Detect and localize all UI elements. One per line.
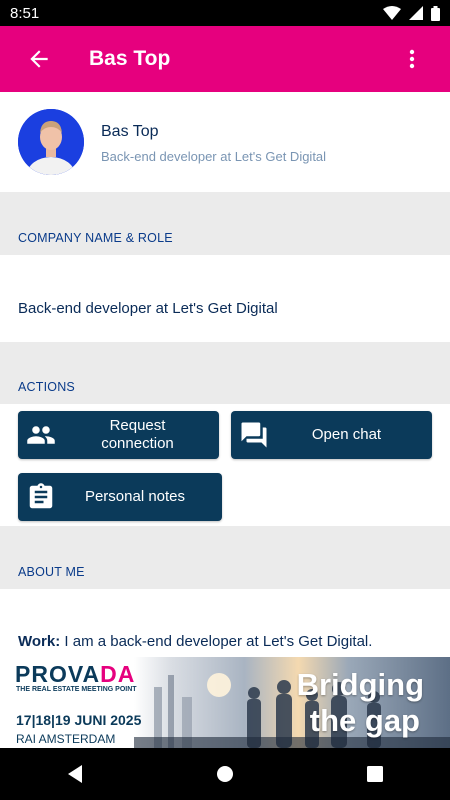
arrow-back-icon[interactable] [26,46,52,72]
company-role-text: Back-end developer at Let's Get Digital [18,300,278,317]
about-work-text: Work: I am a back-end developer at Let's… [18,633,372,650]
more-vert-icon[interactable] [400,47,424,71]
brand-part1: PROVA [15,661,101,687]
status-bar: 8:51 [0,0,450,26]
status-icons [383,5,440,21]
open-chat-label: Open chat [311,426,382,443]
section-header-company: COMPANY NAME & ROLE [0,192,450,255]
banner-slogan-line1: Bridging [296,667,424,702]
request-connection-button[interactable]: Request connection [18,411,219,459]
about-block: Work: I am a back-end developer at Let's… [0,589,450,657]
people-icon [27,426,55,444]
chat-icon [241,422,267,448]
banner-brand: PROVADA [15,661,135,688]
open-chat-button[interactable]: Open chat [231,411,432,459]
recents-square-icon[interactable] [363,762,387,786]
clipboard-icon [29,483,53,509]
cellular-icon [409,6,423,20]
profile-header: Bas Top Back-end developer at Let's Get … [0,92,450,192]
brand-part2: DA [100,661,136,687]
banner-dates: 17|18|19 JUNI 2025 [16,712,142,728]
person-photo-icon [18,109,84,175]
avatar[interactable] [18,109,84,175]
section-label-company: COMPANY NAME & ROLE [18,231,173,245]
page-title: Bas Top [89,47,171,70]
battery-icon [431,5,440,21]
banner-venue: RAI AMSTERDAM [16,732,116,746]
banner-tagline: THE REAL ESTATE MEETING POINT [16,686,137,693]
section-header-about: ABOUT ME [0,526,450,589]
request-connection-label: Request connection [101,417,174,452]
wifi-icon [383,6,401,20]
work-description: I am a back-end developer at Let's Get D… [60,633,373,650]
section-header-actions: ACTIONS [0,342,450,404]
section-label-actions: ACTIONS [18,380,75,394]
back-triangle-icon[interactable] [63,762,87,786]
banner-slogan-line2: the gap [309,703,420,738]
ad-banner[interactable]: PROVADA THE REAL ESTATE MEETING POINT 17… [0,657,450,748]
app-bar: Bas Top [0,26,450,92]
system-nav-bar [0,748,450,800]
home-circle-icon[interactable] [213,762,237,786]
personal-notes-button[interactable]: Personal notes [18,473,222,521]
personal-notes-label: Personal notes [84,488,186,505]
profile-name: Bas Top [101,123,159,140]
work-label: Work: [18,633,61,650]
company-block: Back-end developer at Let's Get Digital [0,255,450,342]
actions-block: Request connection Open chat Personal no… [0,404,450,526]
profile-subtitle: Back-end developer at Let's Get Digital [101,149,327,164]
section-label-about: ABOUT ME [18,565,85,579]
status-time: 8:51 [10,4,40,22]
